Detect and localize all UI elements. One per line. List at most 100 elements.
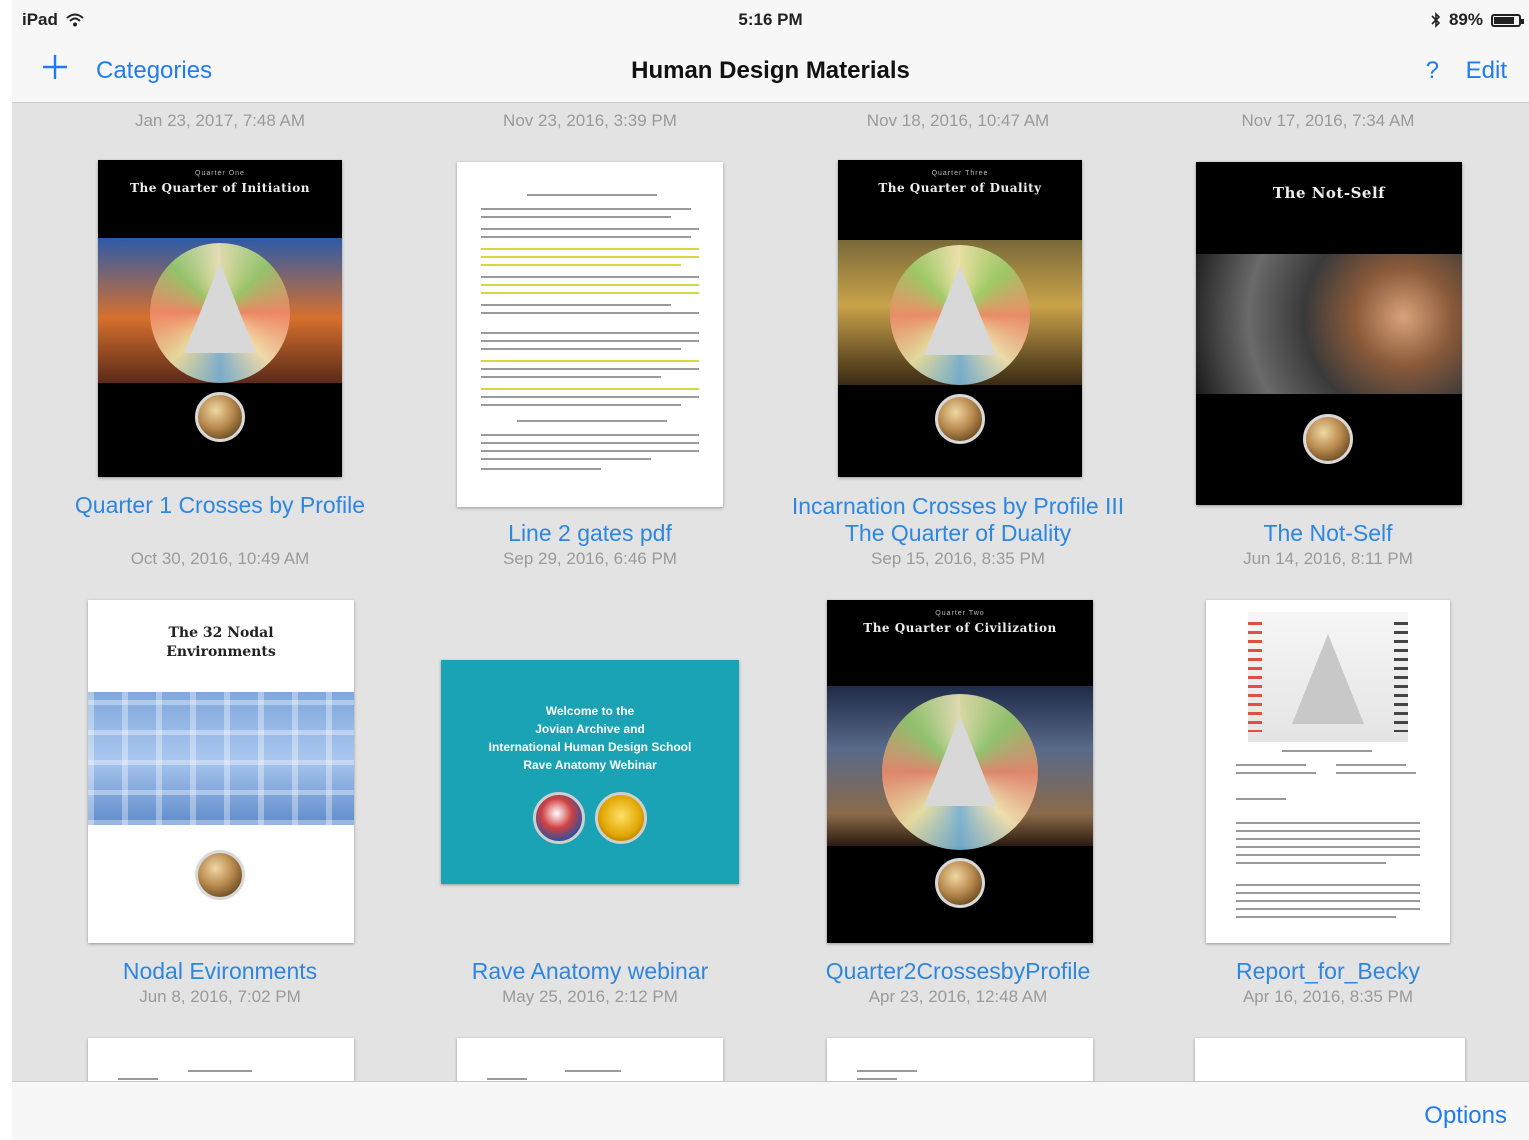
document-date: Apr 23, 2016, 12:48 AM xyxy=(868,987,1048,1006)
medal-icon xyxy=(195,850,245,900)
text-line xyxy=(481,208,691,210)
bodygraph-chart xyxy=(1248,612,1408,742)
document-thumbnail[interactable]: Quarter Two The Quarter of Civilization xyxy=(827,600,1093,943)
bodygraph-graphic xyxy=(1292,634,1364,724)
cover-header: The Not-Self xyxy=(1196,162,1462,202)
status-time: 5:16 PM xyxy=(738,10,803,29)
text-line xyxy=(481,276,699,278)
medal-icon xyxy=(935,858,985,908)
document-thumbnail[interactable] xyxy=(827,1038,1093,1081)
text-line xyxy=(1236,830,1420,832)
medal-icon xyxy=(1303,414,1353,464)
medal-icon xyxy=(935,394,985,444)
text-line xyxy=(481,404,681,406)
document-grid[interactable]: Jan 23, 2017, 7:48 AM Nov 23, 2016, 3:39… xyxy=(12,103,1529,1081)
document-thumbnail[interactable] xyxy=(88,1038,354,1081)
edit-button[interactable]: Edit xyxy=(1466,57,1507,85)
bluetooth-icon xyxy=(1431,12,1441,28)
logo-icon xyxy=(533,792,585,844)
text-line xyxy=(1236,772,1316,774)
cover-header: Quarter Three The Quarter of Duality xyxy=(838,160,1082,195)
text-line xyxy=(481,450,699,452)
help-button[interactable]: ? xyxy=(1426,57,1439,85)
text-line xyxy=(1236,838,1420,840)
text-line xyxy=(1336,772,1416,774)
text-line xyxy=(1236,862,1386,864)
document-item[interactable]: The 32 Nodal Environments Nodal Evironme… xyxy=(50,598,390,1018)
document-item[interactable]: The Not-Self The Not-Self Jun 14, 2016, … xyxy=(1158,103,1498,573)
cover-title: The Quarter of Initiation xyxy=(130,181,310,195)
document-date: Apr 16, 2016, 8:35 PM xyxy=(1242,987,1414,1006)
document-date: Jun 8, 2016, 7:02 PM xyxy=(139,987,301,1006)
document-thumbnail[interactable] xyxy=(457,1038,723,1081)
text-line xyxy=(1236,916,1396,918)
text-line xyxy=(1282,750,1372,752)
document-thumbnail[interactable]: The Not-Self xyxy=(1196,162,1462,505)
document-title[interactable]: Incarnation Crosses by Profile III The Q… xyxy=(788,493,1128,547)
document-item[interactable]: Welcome to the Jovian Archive and Intern… xyxy=(420,598,760,1018)
document-thumbnail[interactable]: Quarter Three The Quarter of Duality xyxy=(838,160,1082,477)
highlighted-line xyxy=(481,284,699,286)
cover-header: Quarter Two The Quarter of Civilization xyxy=(827,600,1093,635)
document-item[interactable]: Report_for_Becky Apr 16, 2016, 8:35 PM xyxy=(1158,598,1498,1018)
cover-title: The Quarter of Civilization xyxy=(863,621,1057,635)
text-line xyxy=(1336,764,1406,766)
text-line xyxy=(1236,892,1420,894)
highlighted-line xyxy=(481,256,699,258)
document-title[interactable]: Rave Anatomy webinar xyxy=(420,958,760,985)
document-thumbnail[interactable] xyxy=(457,162,723,507)
document-title[interactable]: Nodal Evironments xyxy=(50,958,390,985)
cover-subtitle: Quarter Two xyxy=(935,610,985,617)
cover-art xyxy=(88,692,354,825)
document-title[interactable]: Quarter 1 Crosses by Profile xyxy=(50,492,390,519)
document-title[interactable]: Quarter2CrossesbyProfile xyxy=(788,958,1128,985)
text-line xyxy=(857,1078,897,1080)
document-item[interactable]: Quarter Three The Quarter of Duality Inc… xyxy=(788,103,1128,573)
text-line xyxy=(1236,846,1420,848)
document-item[interactable]: Quarter One The Quarter of Initiation Qu… xyxy=(50,103,390,573)
text-line xyxy=(118,1078,158,1080)
document-thumbnail[interactable] xyxy=(1206,600,1450,943)
highlighted-line xyxy=(481,360,699,362)
bottom-toolbar: Options xyxy=(12,1081,1529,1140)
document-title[interactable]: The Not-Self xyxy=(1158,520,1498,547)
status-bar: iPad 5:16 PM 89% xyxy=(12,0,1529,40)
cover-art xyxy=(98,238,342,383)
logo-icon xyxy=(595,792,647,844)
cover-title: The Not-Self xyxy=(1272,184,1386,202)
document-title[interactable]: Report_for_Becky xyxy=(1158,958,1498,985)
cover-text: Welcome to the Jovian Archive and Intern… xyxy=(488,704,692,772)
document-thumbnail[interactable]: Welcome to the Jovian Archive and Intern… xyxy=(441,660,739,884)
document-thumbnail[interactable]: Quarter One The Quarter of Initiation xyxy=(98,160,342,477)
options-button[interactable]: Options xyxy=(1424,1102,1507,1130)
bodygraph-graphic xyxy=(184,263,256,353)
document-date: Jun 14, 2016, 8:11 PM xyxy=(1243,549,1413,568)
battery-icon xyxy=(1491,13,1524,27)
text-line xyxy=(1236,854,1420,856)
cover-title: The Quarter of Duality xyxy=(878,181,1042,195)
text-line xyxy=(481,304,671,306)
cover-art xyxy=(838,240,1082,385)
text-line xyxy=(481,442,699,444)
text-line xyxy=(857,1070,917,1072)
text-line xyxy=(565,1070,621,1072)
medal-icon xyxy=(195,392,245,442)
text-line xyxy=(481,216,671,218)
document-thumbnail[interactable]: The 32 Nodal Environments xyxy=(88,600,354,943)
text-line xyxy=(1236,884,1420,886)
text-line xyxy=(481,312,699,314)
text-line xyxy=(188,1070,252,1072)
text-line xyxy=(1236,908,1420,910)
document-date: Sep 15, 2016, 8:35 PM xyxy=(871,549,1045,568)
text-line xyxy=(527,194,657,196)
document-item[interactable]: Quarter Two The Quarter of Civilization … xyxy=(788,598,1128,1018)
document-title[interactable]: Line 2 gates pdf xyxy=(420,520,760,547)
text-line xyxy=(481,368,699,370)
document-thumbnail[interactable] xyxy=(1195,1038,1465,1081)
highlighted-line xyxy=(481,292,699,294)
text-line xyxy=(1236,900,1420,902)
document-item[interactable]: Line 2 gates pdf Sep 29, 2016, 6:46 PM xyxy=(420,103,760,573)
text-line xyxy=(1236,764,1306,766)
text-line xyxy=(481,236,691,238)
cover-art xyxy=(827,686,1093,850)
